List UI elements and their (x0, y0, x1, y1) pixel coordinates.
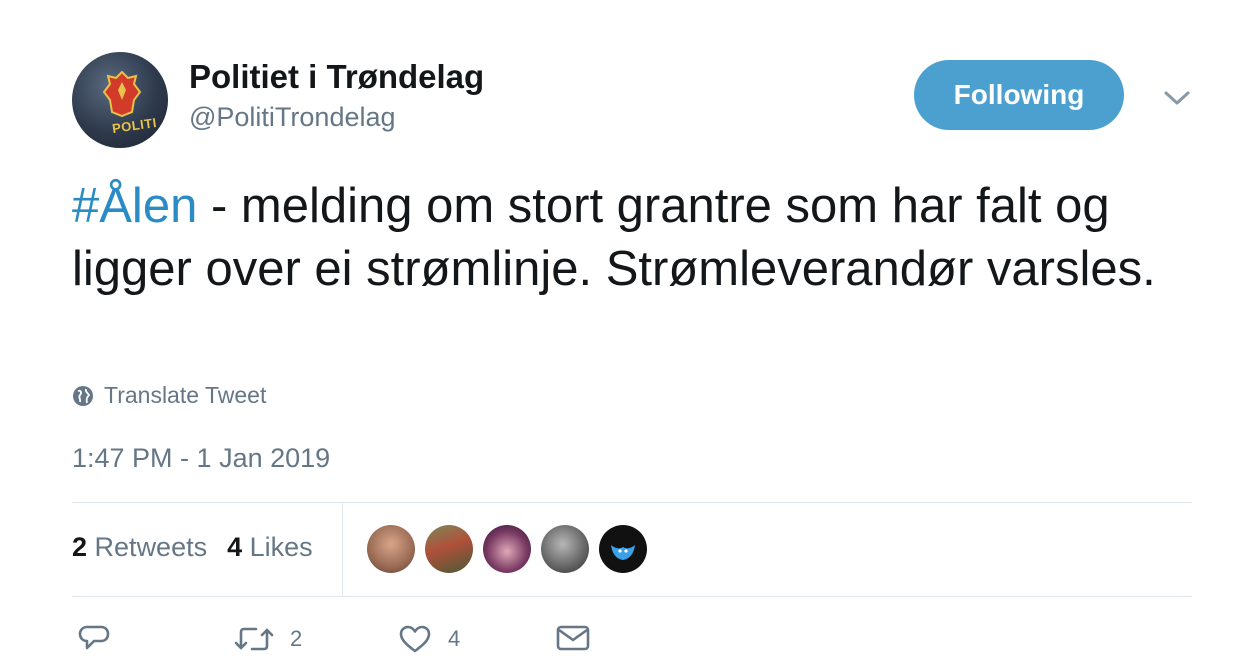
tweet-stats: 2 Retweets 4 Likes (72, 532, 313, 563)
liker-avatar-3[interactable] (483, 525, 531, 573)
retweets-label: Retweets (94, 532, 208, 562)
likes-count: 4 (227, 532, 243, 562)
liker-avatar-4[interactable] (541, 525, 589, 573)
envelope-icon (556, 625, 590, 651)
globe-icon (73, 385, 93, 406)
retweet-count: 2 (290, 626, 303, 651)
retweet-button[interactable]: 2 (234, 624, 302, 654)
translate-label: Translate Tweet (104, 382, 267, 408)
translate-tweet-link[interactable]: Translate Tweet (72, 382, 266, 409)
retweets-count: 2 (72, 532, 88, 562)
divider-bottom (72, 596, 1192, 597)
author-display-name[interactable]: Politiet i Trøndelag (189, 58, 484, 96)
author-handle[interactable]: @PolitiTrondelag (189, 102, 396, 133)
police-crest-icon (102, 70, 142, 118)
bird-icon (611, 545, 635, 560)
divider-top (72, 502, 1192, 503)
heart-icon (399, 625, 431, 653)
chevron-down-icon[interactable] (1162, 86, 1192, 110)
author-avatar[interactable]: POLITI (72, 52, 168, 148)
reply-button[interactable] (78, 624, 110, 654)
retweets-stat[interactable]: 2 Retweets (72, 532, 207, 563)
tweet-text: #Ålen - melding om stort grantre som har… (72, 175, 1202, 301)
direct-message-button[interactable] (556, 624, 590, 652)
like-count: 4 (448, 626, 461, 651)
liker-avatar-5[interactable] (599, 525, 647, 573)
retweet-icon (234, 627, 274, 651)
liker-avatar-1[interactable] (367, 525, 415, 573)
tweet-body: - melding om stort grantre som har falt … (72, 179, 1156, 296)
tweet-actions: 2 4 (78, 624, 598, 660)
like-button[interactable]: 4 (398, 624, 460, 654)
following-button[interactable]: Following (914, 60, 1124, 130)
stats-vertical-divider (342, 503, 343, 596)
reply-icon (78, 625, 110, 650)
liker-avatar-2[interactable] (425, 525, 473, 573)
likes-label: Likes (249, 532, 313, 562)
tweet-timestamp[interactable]: 1:47 PM - 1 Jan 2019 (72, 443, 330, 474)
likes-stat[interactable]: 4 Likes (227, 532, 313, 563)
hashtag-link[interactable]: #Ålen (72, 179, 197, 233)
avatar-badge-text: POLITI (111, 114, 158, 137)
likers-avatars (367, 525, 647, 573)
